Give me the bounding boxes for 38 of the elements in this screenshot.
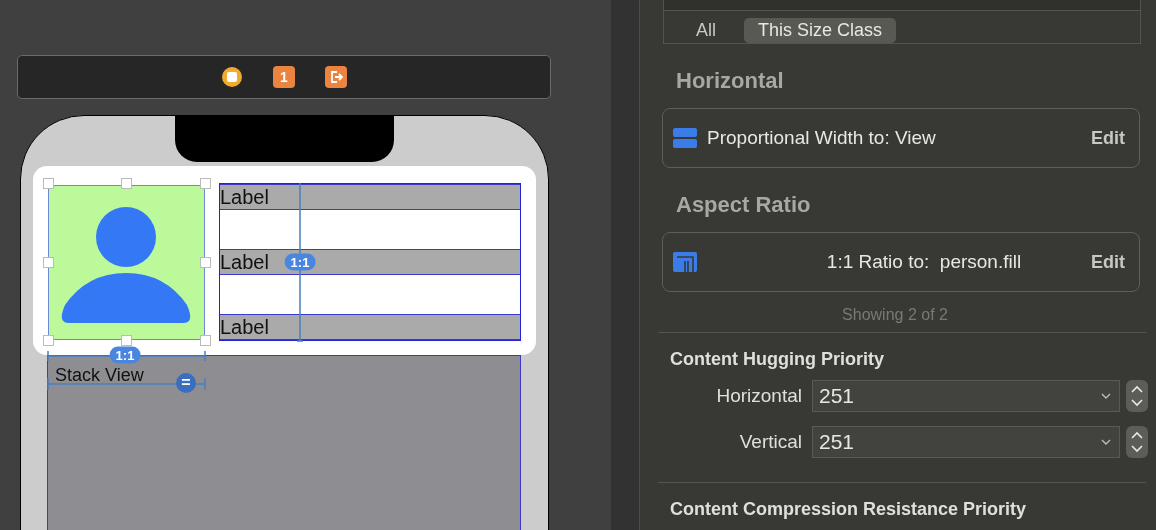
label[interactable]: Label <box>220 314 520 340</box>
edit-button[interactable]: Edit <box>1091 127 1125 149</box>
image-view[interactable] <box>48 185 205 340</box>
stepper[interactable] <box>1126 380 1148 413</box>
section-heading: Aspect Ratio <box>676 192 812 219</box>
constraint-card[interactable]: Proportional Width to: View Edit <box>662 108 1140 169</box>
section-heading: Horizontal <box>676 68 785 95</box>
resize-handle[interactable] <box>121 178 132 189</box>
resize-handle[interactable] <box>43 257 54 268</box>
constraint-text: 1:1 Ratio to: person.fill <box>825 251 1023 274</box>
priority-field[interactable]: 251 <box>812 426 1120 459</box>
scope-tab[interactable]: All <box>682 18 730 43</box>
resize-handle[interactable] <box>43 178 54 189</box>
priority-field[interactable]: 251 <box>812 380 1120 413</box>
stack-view-title: Stack View <box>55 365 144 386</box>
resize-handle[interactable] <box>200 257 211 268</box>
label[interactable]: Label <box>220 184 520 210</box>
width-constraint-icon <box>673 128 697 149</box>
resize-handle[interactable] <box>43 335 54 346</box>
splitter-bar[interactable] <box>611 0 639 530</box>
resize-handle[interactable] <box>200 335 211 346</box>
constraint-text: Proportional Width to: View <box>707 127 937 150</box>
chevron-down-icon <box>1101 393 1111 400</box>
edit-button[interactable]: Edit <box>1091 251 1125 273</box>
showing-count: Showing 2 of 2 <box>841 306 949 325</box>
resize-handle[interactable] <box>200 178 211 189</box>
exit-icon[interactable] <box>325 66 347 88</box>
resize-handle[interactable] <box>121 335 132 346</box>
section-heading: Content Compression Resistance Priority <box>670 499 1028 520</box>
view-controller-icon[interactable] <box>221 66 243 88</box>
constraint-card[interactable]: 1:1 Ratio to: person.fill Edit <box>662 232 1140 293</box>
scope-tab[interactable]: This Size Class <box>744 18 897 43</box>
section-heading: Content Hugging Priority <box>670 349 885 371</box>
chevron-down-icon <box>1101 439 1111 446</box>
aspect-ratio-icon <box>673 252 697 273</box>
priority-label: Vertical <box>738 431 802 454</box>
stepper[interactable] <box>1126 426 1148 459</box>
priority-label: Horizontal <box>715 385 802 408</box>
